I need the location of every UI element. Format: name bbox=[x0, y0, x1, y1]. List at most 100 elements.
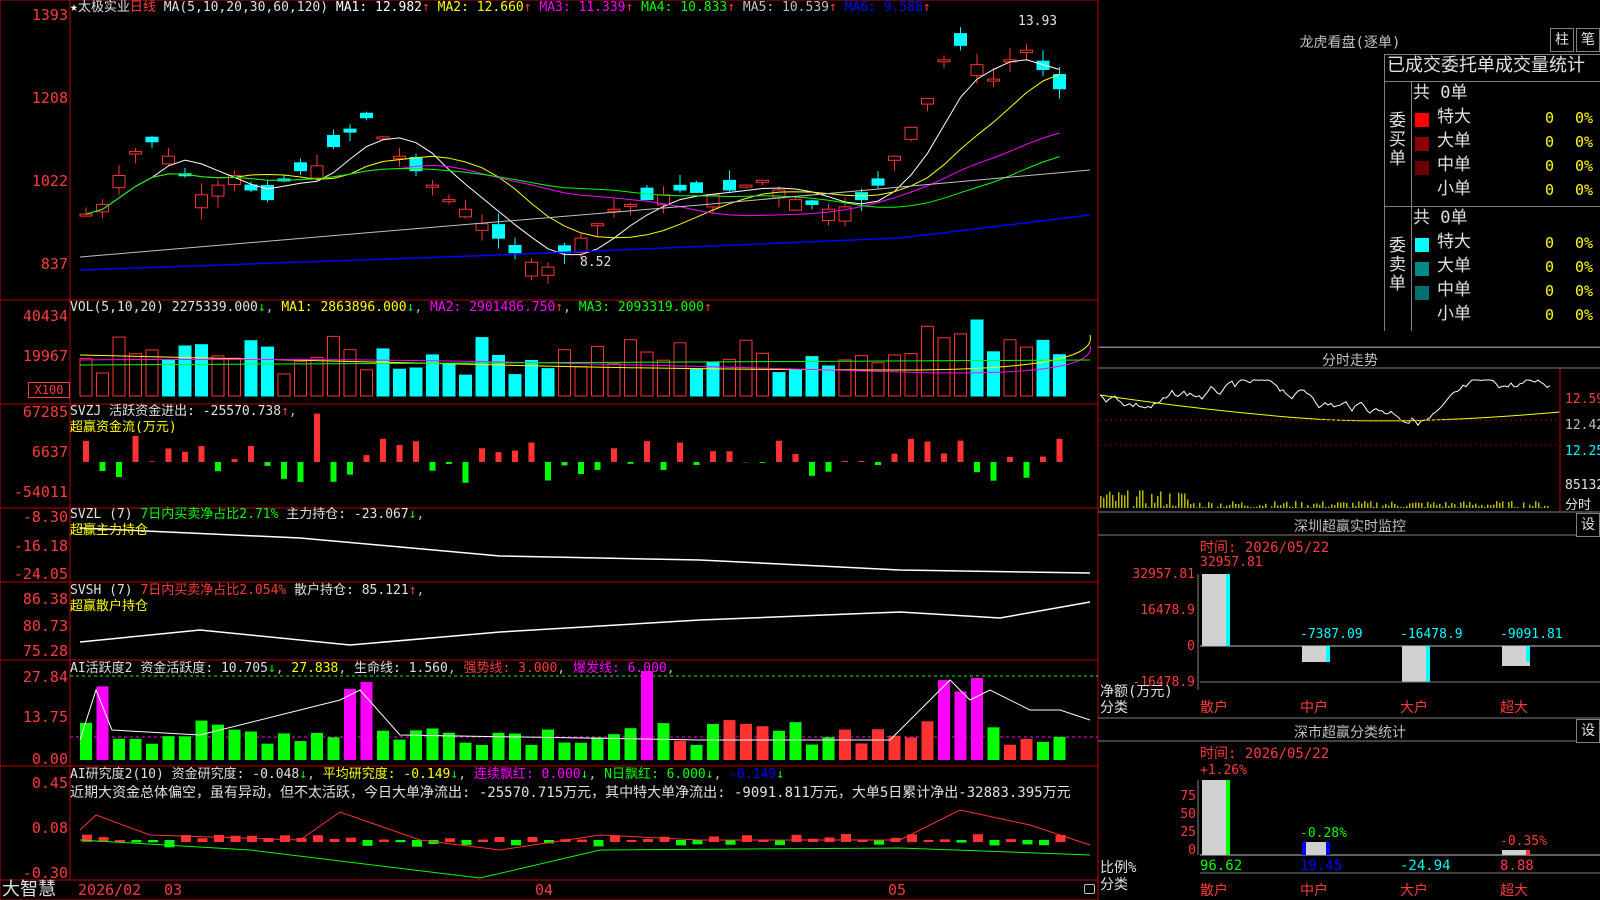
svsh-header: SVSH (7) 7日内买卖净占比2.054% 散户持仓: 85.121↑, bbox=[70, 583, 425, 598]
svzl-ratio: 7日内买卖净占比2.71% bbox=[140, 507, 279, 522]
activity-bar bbox=[195, 720, 208, 760]
volume-bar bbox=[178, 345, 192, 397]
ai-research-avg: 平均研究度: -0.149 bbox=[322, 767, 451, 782]
candle-body bbox=[1036, 60, 1050, 70]
research-bar bbox=[725, 840, 736, 845]
volume-bar bbox=[376, 348, 390, 397]
intraday-volume-bar bbox=[1403, 506, 1405, 508]
period-label[interactable]: 日线 bbox=[130, 0, 156, 15]
fund-flow-bar bbox=[957, 440, 964, 462]
sell-total: 共 0单 bbox=[1413, 208, 1468, 228]
intraday-volume-bar bbox=[1340, 502, 1342, 508]
research-bar bbox=[395, 840, 406, 843]
candle-body bbox=[805, 200, 819, 205]
volume-bar bbox=[970, 319, 984, 397]
activity-bar bbox=[987, 727, 1000, 760]
intraday-volume-bar bbox=[1307, 504, 1309, 508]
activity-bar bbox=[905, 737, 917, 760]
intraday-volume-bar bbox=[1538, 502, 1540, 508]
fund-flow-bar bbox=[1023, 462, 1030, 478]
vol-unit-badge[interactable]: X100 bbox=[28, 382, 70, 398]
price-low-label: 8.52 bbox=[580, 255, 612, 270]
fund-flow-bar bbox=[677, 442, 683, 462]
research-bar bbox=[643, 839, 653, 842]
candle-body bbox=[690, 182, 703, 193]
sz-class-tick: 50 bbox=[1180, 807, 1196, 822]
svzl-name: SVZL (7) bbox=[70, 507, 133, 522]
intraday-volume-bar bbox=[1196, 507, 1198, 508]
research-bar bbox=[148, 840, 158, 843]
fund-flow-bar bbox=[858, 460, 865, 462]
candle-body bbox=[327, 134, 340, 148]
fund-flow-bar bbox=[825, 462, 832, 472]
intraday-volume-bar bbox=[1544, 505, 1546, 508]
intraday-volume-bar bbox=[1223, 507, 1225, 508]
volume-bar bbox=[640, 351, 654, 397]
intraday-volume-bar bbox=[1151, 493, 1153, 508]
vol-value: 2275339.000 bbox=[171, 300, 258, 315]
fund-flow-bar bbox=[264, 462, 271, 466]
intraday-volume-bar bbox=[1343, 502, 1345, 508]
svzj-tick: 67285 bbox=[22, 403, 68, 421]
stock-name[interactable]: 太极实业 bbox=[78, 0, 130, 15]
activity-bar bbox=[129, 738, 142, 760]
sz-monitor-bar bbox=[1202, 574, 1230, 646]
order-pct: 0% bbox=[1575, 258, 1594, 276]
candle-body bbox=[145, 136, 159, 143]
ma-item: MA1: 12.982 bbox=[335, 0, 422, 15]
intraday-volume-bar bbox=[1502, 501, 1504, 508]
price-header: ★太极实业日线 MA(5,10,20,30,60,120) MA1: 12.98… bbox=[70, 0, 931, 16]
ai-research-desc: 近期大资金总体偏空，虽有异动，但不太活跃，今日大单净流出: -25570.715… bbox=[70, 785, 1071, 801]
svsh-sub: 超赢散户持仓 bbox=[70, 599, 149, 614]
fund-flow-bar bbox=[990, 462, 997, 481]
intraday-volume-bar bbox=[1433, 502, 1435, 508]
volume-bar bbox=[277, 373, 291, 397]
ai-active-tick: 27.84 bbox=[22, 668, 68, 686]
intraday-volume-bar bbox=[1400, 506, 1402, 508]
sz-monitor-settings-button[interactable]: 设 bbox=[1576, 513, 1600, 537]
volume-bar bbox=[96, 372, 109, 397]
volume-bar bbox=[129, 353, 142, 397]
research-bar bbox=[379, 839, 389, 842]
sz-class-bar bbox=[1202, 780, 1230, 855]
order-view-button[interactable]: 笔 bbox=[1576, 28, 1600, 52]
intraday-volume-bar bbox=[1361, 503, 1363, 508]
intraday-volume-bar bbox=[1175, 505, 1177, 508]
sz-class-bar-top: -0.28% bbox=[1300, 826, 1347, 841]
legend-swatch bbox=[1415, 310, 1429, 324]
volume-bar bbox=[904, 353, 918, 397]
intraday-volume-bar bbox=[1493, 504, 1495, 508]
volume-bar bbox=[475, 337, 489, 397]
svsh-ratio: 7日内买卖净占比2.054% bbox=[140, 583, 287, 598]
price-tick: 1022 bbox=[31, 172, 68, 190]
intraday-volume-bar bbox=[1274, 501, 1276, 508]
volume-bar bbox=[673, 342, 687, 397]
intraday-avg-line bbox=[1099, 394, 1561, 422]
intraday-volume-bar bbox=[1367, 503, 1369, 508]
intraday-volume-bar bbox=[1124, 495, 1126, 508]
intraday-volume-bar bbox=[1415, 502, 1417, 508]
brand-logo[interactable]: 大智慧 bbox=[2, 880, 56, 900]
research-bar bbox=[1039, 840, 1049, 846]
intraday-volume-bar bbox=[1208, 502, 1210, 508]
volume-bar bbox=[261, 346, 274, 397]
intraday-volume-bar bbox=[1301, 502, 1303, 508]
chart-canvas[interactable] bbox=[0, 0, 1600, 900]
intraday-volume-bar bbox=[1418, 502, 1420, 508]
bar-view-button[interactable]: 柱 bbox=[1550, 28, 1574, 52]
activity-bar bbox=[575, 742, 587, 760]
intraday-volume-bar bbox=[1427, 501, 1429, 508]
intraday-volume-bar bbox=[1511, 500, 1513, 508]
legend-swatch bbox=[1415, 262, 1429, 276]
lock-icon[interactable] bbox=[1084, 884, 1095, 894]
candle-body bbox=[756, 179, 769, 183]
research-bar bbox=[1006, 839, 1016, 842]
ma-values: MA1: 12.982↑ MA2: 12.660↑ MA3: 11.339↑ M… bbox=[336, 0, 931, 15]
sz-class-settings-button[interactable]: 设 bbox=[1576, 719, 1600, 743]
volume-bar bbox=[162, 359, 175, 397]
left-frame bbox=[0, 0, 1099, 900]
volume-bar bbox=[789, 368, 802, 397]
candle-body bbox=[987, 78, 1000, 82]
up-arrow-icon: ↑ bbox=[523, 0, 532, 15]
intraday-volume-bar bbox=[1499, 502, 1501, 508]
